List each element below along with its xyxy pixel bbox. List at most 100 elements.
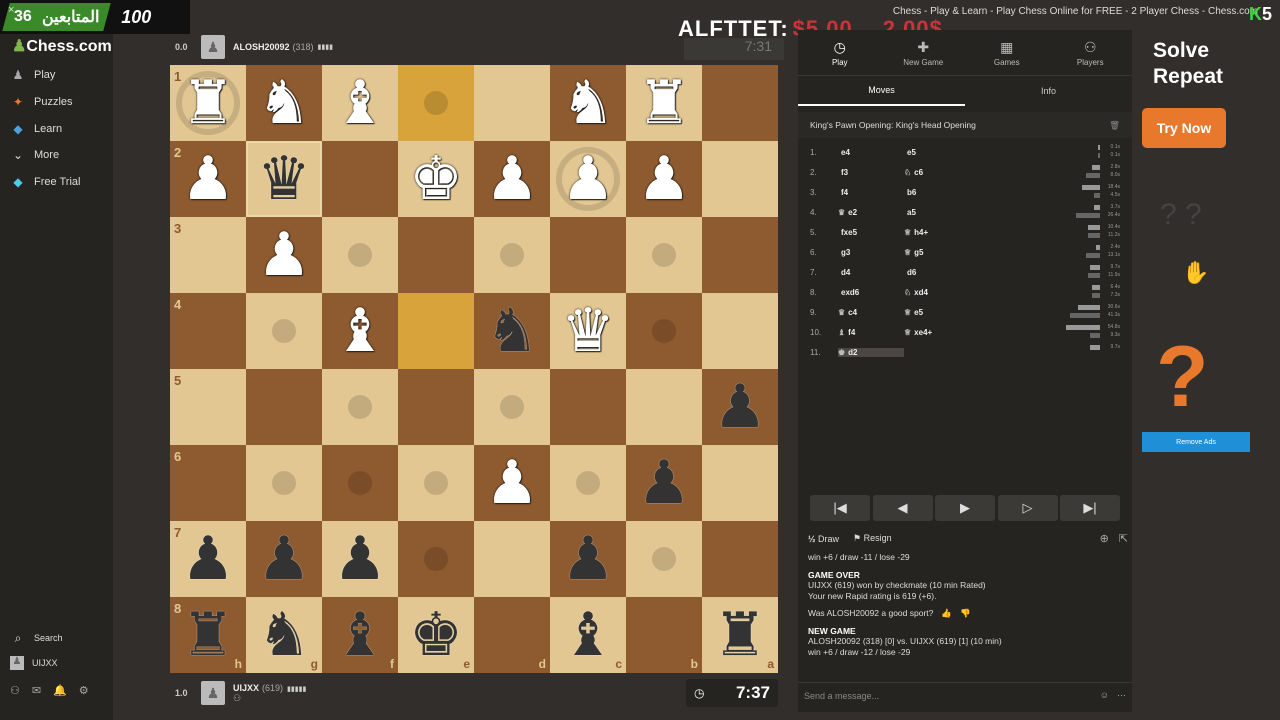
thumbs-down-icon[interactable]: 👎 — [960, 608, 971, 619]
black-piece[interactable]: ♛ — [246, 141, 322, 217]
board-square[interactable] — [474, 65, 550, 141]
bottom-player-name[interactable]: UIJXX — [233, 683, 259, 693]
black-move[interactable]: b6 — [904, 188, 970, 197]
tab-new-game[interactable]: ✚ New Game — [882, 30, 966, 75]
resign-button[interactable]: ⚑ Resign — [853, 533, 892, 544]
subtab-moves[interactable]: Moves — [798, 76, 965, 106]
board-square[interactable] — [702, 141, 778, 217]
move-hint-dot[interactable] — [348, 243, 372, 267]
gear-icon[interactable]: ⚙ — [79, 684, 89, 697]
board-square[interactable] — [322, 369, 398, 445]
white-move[interactable]: ♛ c4 — [838, 308, 904, 317]
board-square[interactable] — [322, 141, 398, 217]
sidebar-user[interactable]: ♟ UIJXX — [0, 650, 113, 676]
board-square[interactable]: 5 — [170, 369, 246, 445]
board-square[interactable]: d — [474, 597, 550, 673]
white-move[interactable]: e4 — [838, 148, 904, 157]
close-icon[interactable]: × — [8, 4, 14, 16]
board-square[interactable] — [626, 217, 702, 293]
board-square[interactable]: b — [626, 597, 702, 673]
move-hint-dot[interactable] — [424, 547, 448, 571]
chess-board[interactable]: 1 2 3 4 5 6 7 8 h g f e d c b a ♜ ♞ ♝ ♞ ♜ ♟ ♛ ♚ ♟ ♟ ♟ ♟ ♝ ♞ ♛ ♟ ♟ ♟ ♟ ♟ ♟ ♟ ♜ ♞… — [170, 65, 778, 673]
black-piece[interactable]: ♟ — [702, 369, 778, 445]
black-piece[interactable]: ♟ — [170, 521, 246, 597]
black-piece[interactable]: ♝ — [550, 597, 626, 673]
board-square[interactable] — [474, 217, 550, 293]
sidebar-item-free-trial[interactable]: ◆ Free Trial — [0, 169, 113, 195]
mail-icon[interactable]: ✉ — [32, 684, 41, 697]
white-piece[interactable]: ♚ — [398, 141, 474, 217]
move-hint-dot[interactable] — [500, 395, 524, 419]
board-square[interactable] — [550, 217, 626, 293]
sidebar-item-learn[interactable]: ◆ Learn — [0, 116, 113, 142]
black-move[interactable]: ♘ c6 — [904, 168, 970, 177]
top-player-name[interactable]: ALOSH20092 — [233, 42, 290, 52]
ad-try-now-button[interactable]: Try Now — [1142, 108, 1226, 148]
sidebar-item-more[interactable]: ⌄ More — [0, 142, 113, 168]
board-square[interactable] — [702, 65, 778, 141]
board-square[interactable] — [246, 369, 322, 445]
board-square[interactable] — [626, 521, 702, 597]
black-piece[interactable]: ♟ — [626, 445, 702, 521]
white-move[interactable]: g3 — [838, 248, 904, 257]
move-hint-dot[interactable] — [272, 471, 296, 495]
first-move-button[interactable]: |◀ — [810, 495, 870, 521]
board-square[interactable] — [398, 445, 474, 521]
board-square[interactable] — [398, 293, 474, 369]
move-hint-dot[interactable] — [272, 319, 296, 343]
board-square[interactable] — [398, 369, 474, 445]
move-hint-dot[interactable] — [652, 547, 676, 571]
board-square[interactable] — [398, 217, 474, 293]
black-piece[interactable]: ♟ — [550, 521, 626, 597]
white-piece[interactable]: ♛ — [550, 293, 626, 369]
black-piece[interactable]: ♚ — [398, 597, 474, 673]
black-piece[interactable]: ♜ — [702, 597, 778, 673]
board-square[interactable] — [550, 445, 626, 521]
share-icon[interactable]: ⇱ — [1119, 532, 1128, 545]
white-piece[interactable]: ♝ — [322, 65, 398, 141]
board-square[interactable] — [322, 217, 398, 293]
black-piece[interactable]: ♝ — [322, 597, 398, 673]
board-square[interactable]: 4 — [170, 293, 246, 369]
move-hint-dot[interactable] — [652, 243, 676, 267]
white-move[interactable]: ♝ f4 — [838, 328, 904, 337]
tab-players[interactable]: ⚇ Players — [1049, 30, 1133, 75]
board-square[interactable] — [246, 293, 322, 369]
white-move[interactable]: d4 — [838, 268, 904, 277]
avatar[interactable]: ♟ — [201, 35, 225, 59]
white-piece[interactable]: ♞ — [246, 65, 322, 141]
play-button[interactable]: ▶ — [935, 495, 995, 521]
black-piece[interactable]: ♜ — [170, 597, 246, 673]
move-hint-dot[interactable] — [576, 471, 600, 495]
white-move[interactable]: f3 — [838, 168, 904, 177]
black-move[interactable]: a5 — [904, 208, 970, 217]
remove-ads-button[interactable]: Remove Ads — [1142, 432, 1250, 452]
move-hint-dot[interactable] — [424, 471, 448, 495]
move-hint-dot[interactable] — [652, 319, 676, 343]
board-square[interactable] — [322, 445, 398, 521]
black-piece[interactable]: ♞ — [474, 293, 550, 369]
move-hint-dot[interactable] — [348, 471, 372, 495]
white-piece[interactable]: ♟ — [550, 141, 626, 217]
more-icon[interactable]: ⋯ — [1117, 690, 1126, 701]
sidebar-item-puzzles[interactable]: ✦ Puzzles — [0, 89, 113, 115]
white-piece[interactable]: ♟ — [474, 445, 550, 521]
board-square[interactable] — [702, 217, 778, 293]
black-piece[interactable]: ♞ — [246, 597, 322, 673]
white-piece[interactable]: ♝ — [322, 293, 398, 369]
black-move[interactable]: d6 — [904, 268, 970, 277]
subtab-info[interactable]: Info — [965, 76, 1132, 106]
board-square[interactable] — [550, 369, 626, 445]
board-square[interactable] — [702, 445, 778, 521]
board-square[interactable] — [626, 293, 702, 369]
white-piece[interactable]: ♟ — [246, 217, 322, 293]
white-piece[interactable]: ♟ — [474, 141, 550, 217]
black-move[interactable]: ♘ xd4 — [904, 288, 970, 297]
board-square[interactable] — [474, 521, 550, 597]
white-move[interactable]: fxe5 — [838, 228, 904, 237]
sidebar-item-play[interactable]: ♟ Play — [0, 62, 113, 88]
black-move[interactable]: ♕ xe4+ — [904, 328, 970, 337]
emoji-icon[interactable]: ☺ — [1100, 690, 1109, 701]
board-square[interactable] — [246, 445, 322, 521]
thumbs-up-icon[interactable]: 👍 — [941, 608, 952, 619]
